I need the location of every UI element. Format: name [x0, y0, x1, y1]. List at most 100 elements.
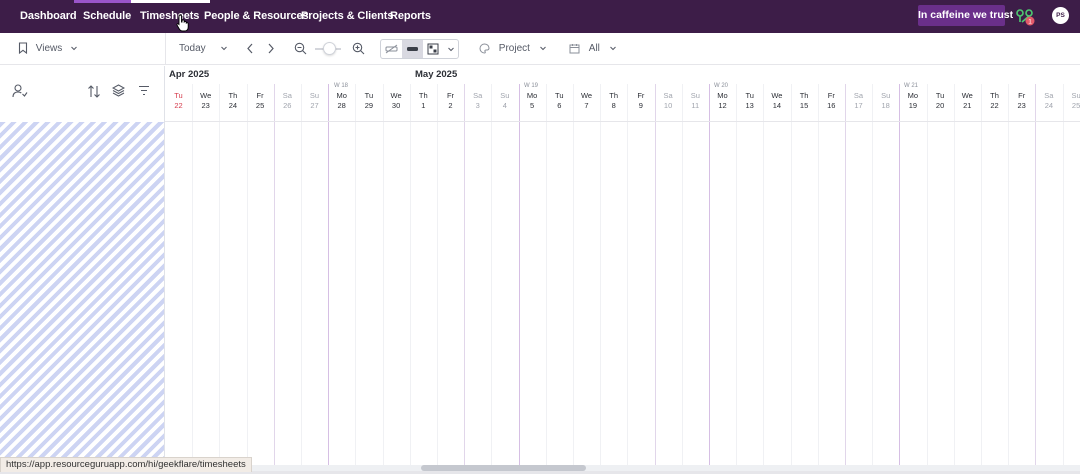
day-number: 29 [364, 101, 374, 110]
day-header: Sa 3 [464, 91, 491, 111]
day-number: 23 [201, 101, 210, 110]
nav-timesheets[interactable]: Timesheets [130, 0, 211, 33]
day-header: Th 8 [600, 91, 627, 111]
day-column-line [736, 84, 737, 468]
day-abbr: We [771, 91, 783, 100]
eye-off-icon [385, 44, 398, 54]
day-column-line [655, 84, 656, 468]
day-header: Fr 23 [1008, 91, 1035, 111]
day-abbr: Sa [1044, 91, 1054, 100]
day-column-line [1063, 84, 1064, 468]
day-header: Su 4 [491, 91, 518, 111]
top-navigation: Dashboard Schedule Timesheets People & R… [0, 0, 1080, 33]
day-column-line [383, 84, 384, 468]
day-abbr: Tu [364, 91, 374, 100]
day-abbr: We [390, 91, 402, 100]
detail-grid-icon [427, 43, 439, 55]
day-column-line [519, 84, 520, 468]
month-label: May 2025 [415, 69, 458, 80]
day-number: 21 [963, 101, 972, 110]
zoom-out-icon[interactable] [294, 42, 307, 55]
day-abbr: We [961, 91, 973, 100]
day-header: Fr 16 [818, 91, 845, 111]
next-arrow-icon[interactable] [267, 43, 275, 54]
nav-people-resources[interactable]: People & Resources [204, 0, 309, 33]
day-header: Su 27 [301, 91, 328, 111]
day-number: 26 [283, 101, 292, 110]
hide-bookings-option[interactable] [381, 40, 402, 58]
day-header: Fr 2 [437, 91, 464, 111]
week-label: W 19 [524, 83, 539, 89]
day-number: 22 [174, 101, 183, 110]
day-column-line [981, 84, 982, 468]
day-number: 2 [448, 101, 453, 110]
day-column-line [410, 84, 411, 468]
today-dropdown[interactable]: Today [179, 33, 228, 64]
display-mode-toggle [380, 39, 459, 59]
nav-schedule[interactable]: Schedule [73, 0, 141, 33]
day-number: 24 [228, 101, 238, 110]
date-filter-dropdown[interactable]: All [569, 33, 617, 64]
zoom-in-icon[interactable] [352, 42, 365, 55]
day-number: 5 [530, 101, 535, 110]
add-person-icon[interactable] [12, 84, 28, 98]
compact-option[interactable] [402, 40, 423, 58]
day-number: 20 [935, 101, 945, 110]
sort-icon[interactable] [87, 85, 101, 98]
day-number: 25 [1071, 101, 1080, 110]
day-header: Sa 26 [274, 91, 301, 111]
day-abbr: Th [799, 91, 809, 100]
day-abbr: We [200, 91, 212, 100]
day-number: 30 [391, 101, 401, 110]
previous-arrow-icon[interactable] [246, 43, 254, 54]
promo-button[interactable]: In caffeine we trust [918, 5, 1013, 26]
day-abbr: Fr [637, 91, 645, 100]
day-column-line [872, 84, 873, 468]
resource-panel-header [0, 66, 165, 122]
day-header: Th 1 [410, 91, 437, 111]
schedule-timeline: Apr 2025 May 2025 W 18 W 19 W 20 W 21 Tu… [165, 66, 1080, 468]
filter-icon[interactable] [138, 85, 150, 96]
bookmark-icon [18, 42, 28, 55]
day-abbr: Su [309, 91, 320, 100]
day-number: 19 [908, 101, 918, 110]
calendar-icon [569, 43, 580, 54]
project-label: Project [498, 43, 530, 54]
nav-dashboard[interactable]: Dashboard [20, 0, 77, 33]
day-column-line [328, 84, 329, 468]
day-column-line [247, 84, 248, 468]
day-column-line [464, 84, 465, 468]
nav-projects-clients[interactable]: Projects & Clients [301, 0, 393, 33]
day-abbr: Tu [174, 91, 183, 100]
nav-reports[interactable]: Reports [390, 0, 431, 33]
day-column-line [1008, 84, 1009, 468]
day-header: Fr 9 [627, 91, 654, 111]
day-column-line [546, 84, 547, 468]
avatar[interactable]: PS [1052, 7, 1069, 24]
day-abbr: Sa [853, 91, 864, 100]
day-header: Mo 28 [328, 91, 355, 111]
detailed-option[interactable] [423, 40, 444, 58]
toolbar-divider [165, 33, 166, 64]
day-column-line [763, 84, 764, 468]
day-abbr: Su [881, 91, 891, 100]
chevron-down-icon [539, 47, 546, 51]
status-bar-url: https://app.resourceguruapp.com/hi/geekf… [0, 457, 252, 472]
day-abbr: Th [418, 91, 428, 100]
day-number: 8 [611, 101, 616, 110]
zoom-slider-handle[interactable] [323, 42, 336, 55]
activity-icon[interactable]: 1 [1014, 6, 1036, 28]
day-header: Th 15 [791, 91, 818, 111]
day-column-line [627, 84, 628, 468]
day-number: 17 [854, 101, 863, 110]
day-header: We 14 [763, 91, 790, 111]
project-grouping-dropdown[interactable]: Project [479, 33, 547, 64]
layers-icon[interactable] [112, 84, 125, 97]
day-header: Mo 5 [519, 91, 546, 111]
views-dropdown[interactable]: Views [18, 33, 78, 64]
day-abbr: Fr [827, 91, 835, 100]
chevron-down-icon [71, 47, 77, 51]
day-header: We 23 [192, 91, 219, 111]
hand-cursor-icon [176, 14, 189, 32]
display-mode-dropdown[interactable] [444, 40, 458, 58]
